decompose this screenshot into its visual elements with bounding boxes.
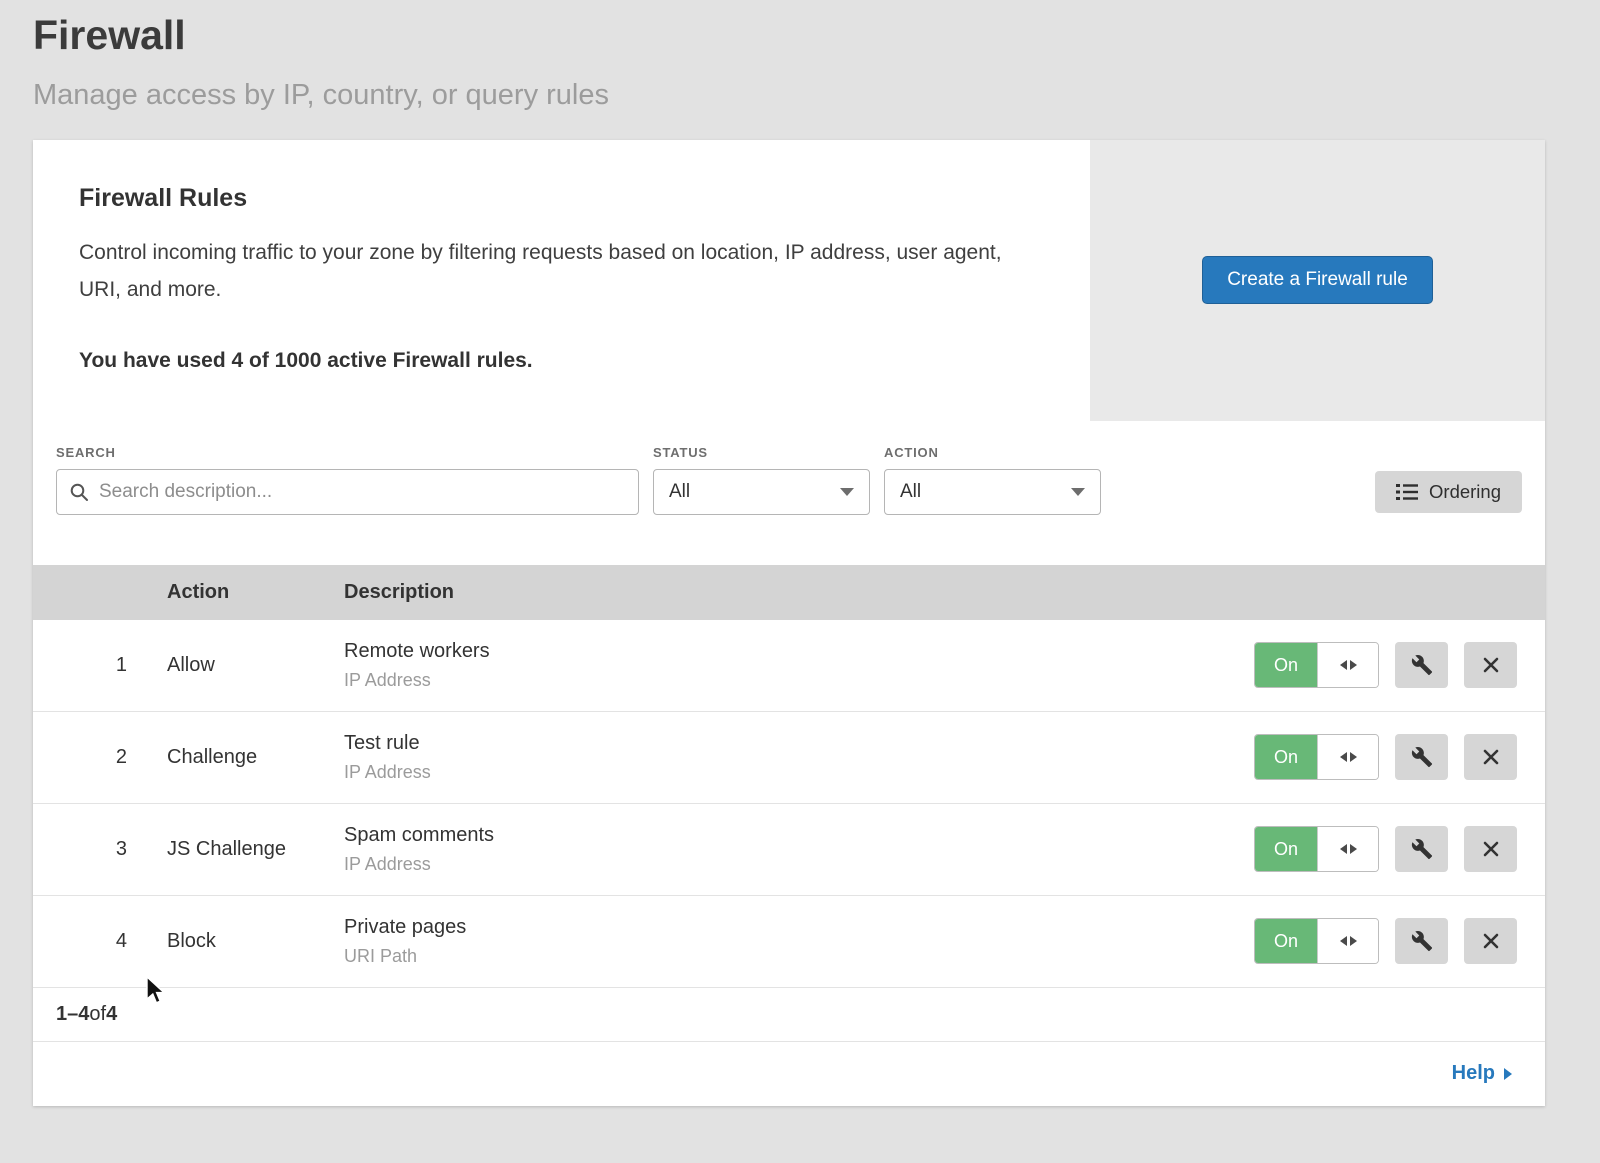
rule-match-type: IP Address [344,762,1254,783]
wrench-icon [1411,838,1433,860]
card-heading: Firewall Rules [79,184,1044,213]
table-row: 1 Allow Remote workers IP Address On [33,620,1545,712]
search-input-wrap [56,469,639,515]
pagination-of: of [89,1003,106,1026]
wrench-icon [1411,654,1433,676]
rule-description: Spam comments [344,824,1254,847]
mouse-cursor [144,976,168,1008]
table-row: 2 Challenge Test rule IP Address On [33,712,1545,804]
page-title: Firewall [0,0,1600,59]
rule-number: 1 [33,654,167,677]
rule-controls: On [1254,918,1545,964]
chevron-down-icon [840,488,854,496]
toggle-on-label: On [1255,643,1317,687]
ordering-button[interactable]: Ordering [1375,471,1522,513]
search-input[interactable] [56,469,639,515]
status-label: STATUS [653,445,870,460]
rule-enabled-toggle[interactable]: On [1254,826,1379,872]
edit-rule-button[interactable] [1395,826,1448,872]
ordering-icon [1396,482,1418,502]
action-label: ACTION [884,445,1101,460]
rule-description-cell: Remote workers IP Address [344,640,1254,691]
rule-action: JS Challenge [167,838,344,861]
action-select-value: All [900,481,921,503]
create-rule-panel: Create a Firewall rule [1090,140,1545,421]
rule-match-type: IP Address [344,670,1254,691]
search-label: SEARCH [56,445,639,460]
search-icon [69,482,89,502]
create-firewall-rule-button[interactable]: Create a Firewall rule [1202,256,1433,304]
card-description: Control incoming traffic to your zone by… [79,235,1029,309]
delete-rule-button[interactable] [1464,918,1517,964]
rule-description-cell: Private pages URI Path [344,916,1254,967]
table-header-row: Action Description [33,565,1545,620]
rule-number: 3 [33,838,167,861]
rule-description: Test rule [344,732,1254,755]
status-select-value: All [669,481,690,503]
search-filter: SEARCH [56,445,639,515]
action-filter: ACTION All [884,445,1101,515]
help-link[interactable]: Help [1452,1062,1512,1085]
delete-rule-button[interactable] [1464,734,1517,780]
close-icon [1481,839,1501,859]
toggle-arrows-icon [1317,919,1378,963]
toggle-arrows-icon [1317,643,1378,687]
toggle-on-label: On [1255,919,1317,963]
rules-usage-text: You have used 4 of 1000 active Firewall … [79,349,1044,421]
toggle-on-label: On [1255,827,1317,871]
firewall-rules-card: Firewall Rules Control incoming traffic … [33,140,1545,1106]
header-description: Description [344,581,1254,604]
delete-rule-button[interactable] [1464,642,1517,688]
edit-rule-button[interactable] [1395,642,1448,688]
status-select[interactable]: All [653,469,870,515]
pagination-summary: 1–4 of 4 [33,988,1545,1042]
rule-description: Private pages [344,916,1254,939]
delete-rule-button[interactable] [1464,826,1517,872]
rule-description-cell: Spam comments IP Address [344,824,1254,875]
table-row: 3 JS Challenge Spam comments IP Address … [33,804,1545,896]
rule-controls: On [1254,642,1545,688]
action-select[interactable]: All [884,469,1101,515]
help-arrow-icon [1504,1068,1512,1080]
edit-rule-button[interactable] [1395,918,1448,964]
toggle-arrows-icon [1317,827,1378,871]
rule-action: Block [167,930,344,953]
close-icon [1481,931,1501,951]
ordering-label: Ordering [1429,481,1501,503]
edit-rule-button[interactable] [1395,734,1448,780]
rule-action: Allow [167,654,344,677]
rule-description-cell: Test rule IP Address [344,732,1254,783]
table-row: 4 Block Private pages URI Path On [33,896,1545,988]
header-action: Action [167,581,344,604]
chevron-down-icon [1071,488,1085,496]
rule-number: 4 [33,930,167,953]
close-icon [1481,747,1501,767]
rule-action: Challenge [167,746,344,769]
rule-enabled-toggle[interactable]: On [1254,642,1379,688]
toggle-arrows-icon [1317,735,1378,779]
rule-controls: On [1254,826,1545,872]
rule-description: Remote workers [344,640,1254,663]
rule-match-type: URI Path [344,946,1254,967]
close-icon [1481,655,1501,675]
card-footer: Help [33,1042,1545,1106]
rule-match-type: IP Address [344,854,1254,875]
pagination-range: 1–4 [56,1003,89,1026]
rule-number: 2 [33,746,167,769]
rule-enabled-toggle[interactable]: On [1254,918,1379,964]
page-subtitle: Manage access by IP, country, or query r… [0,59,1600,112]
wrench-icon [1411,930,1433,952]
card-intro: Firewall Rules Control incoming traffic … [33,140,1090,421]
filters-bar: SEARCH STATUS All ACTION All [33,421,1545,565]
help-label: Help [1452,1062,1495,1085]
wrench-icon [1411,746,1433,768]
rule-enabled-toggle[interactable]: On [1254,734,1379,780]
card-top-section: Firewall Rules Control incoming traffic … [33,140,1545,421]
status-filter: STATUS All [653,445,870,515]
toggle-on-label: On [1255,735,1317,779]
pagination-total: 4 [106,1003,117,1026]
rule-controls: On [1254,734,1545,780]
